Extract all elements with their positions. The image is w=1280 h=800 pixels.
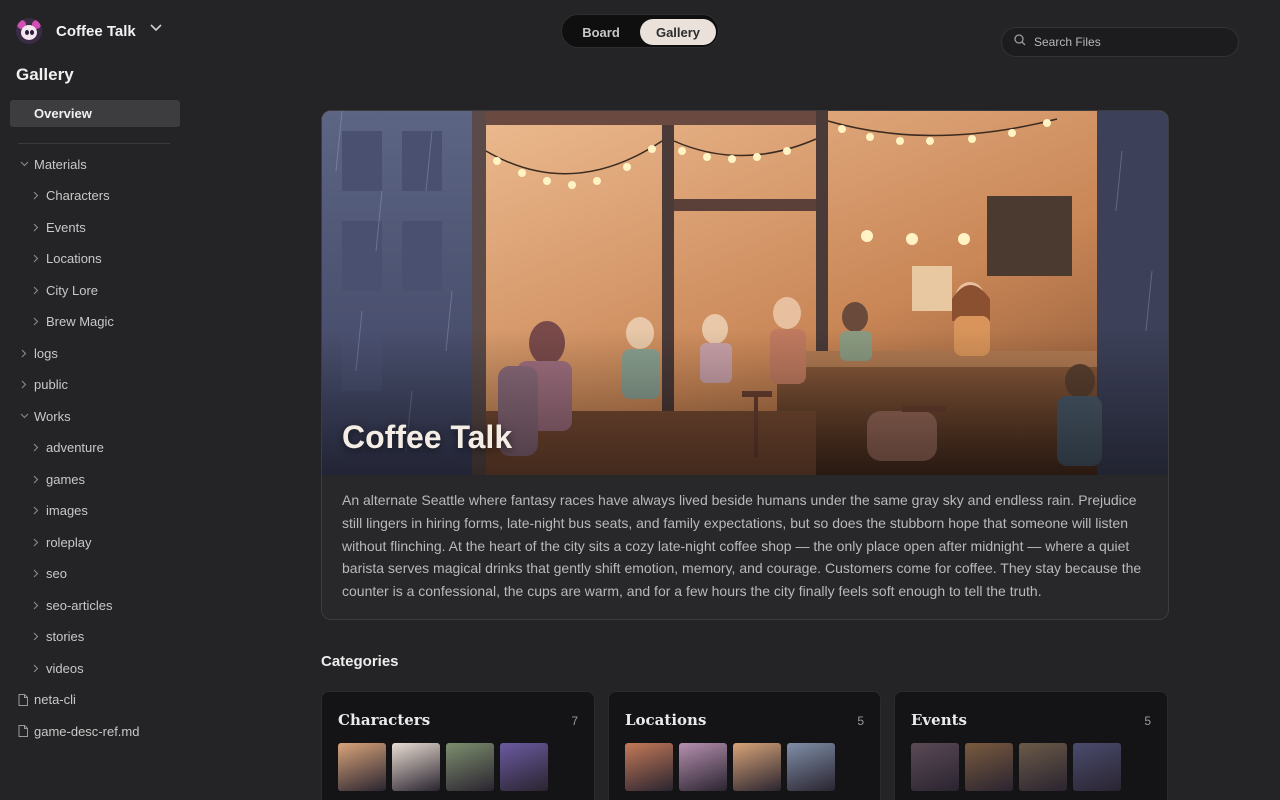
thumbnail-image[interactable] — [392, 743, 440, 791]
thumbnail-image[interactable] — [787, 743, 835, 791]
thumbnail-image[interactable] — [625, 743, 673, 791]
sidebar-folder[interactable]: Materials — [18, 155, 87, 173]
sidebar-folder[interactable]: images — [30, 502, 88, 520]
file-icon — [18, 693, 30, 706]
chevron-right-icon — [30, 473, 42, 485]
chevron-down-icon[interactable] — [150, 24, 162, 34]
search-icon — [1014, 33, 1026, 51]
sidebar: Coffee Talk Gallery Overview Materials Ch… — [0, 0, 190, 800]
sidebar-item-label: Brew Magic — [46, 314, 114, 329]
file-icon — [18, 725, 30, 737]
thumbnail-image[interactable] — [679, 743, 727, 791]
sidebar-item-label: game-desc-ref.md — [34, 723, 140, 739]
category-title: Characters — [338, 711, 431, 729]
thumbnail-image[interactable] — [1019, 743, 1067, 791]
sidebar-item-label: seo — [46, 566, 67, 581]
category-card[interactable]: Characters 7 — [321, 691, 595, 800]
sidebar-folder[interactable]: logs — [18, 344, 58, 362]
category-count: 5 — [1144, 714, 1151, 728]
chevron-down-icon — [18, 158, 30, 170]
sidebar-folder[interactable]: public — [18, 376, 68, 394]
hero-card: Coffee Talk An alternate Seattle where f… — [321, 110, 1169, 620]
category-card[interactable]: Events 5 — [894, 691, 1168, 800]
sidebar-folder[interactable]: roleplay — [30, 533, 92, 551]
sidebar-item-label: images — [46, 503, 88, 518]
sidebar-folder[interactable]: Events — [30, 218, 86, 236]
sidebar-item-label: videos — [46, 660, 84, 676]
thumbnail-image[interactable] — [965, 743, 1013, 791]
category-title: Events — [911, 711, 967, 729]
chevron-right-icon — [30, 505, 42, 517]
hero-description: An alternate Seattle where fantasy races… — [342, 492, 1142, 600]
category-card[interactable]: Locations 5 — [608, 691, 881, 800]
sidebar-folder[interactable]: Locations — [30, 250, 102, 268]
app-logo-icon — [16, 18, 42, 44]
sidebar-folder[interactable]: videos — [30, 659, 84, 677]
hero-title: Coffee Talk — [342, 419, 513, 455]
sidebar-folder[interactable]: stories — [30, 628, 84, 646]
sidebar-item-label: Characters — [46, 188, 110, 203]
chevron-right-icon — [30, 536, 42, 548]
sidebar-item-label: roleplay — [46, 534, 92, 550]
sidebar-divider — [18, 143, 170, 144]
board-tab[interactable]: Board — [566, 19, 636, 45]
workspace-name: Coffee Talk — [56, 22, 136, 40]
sidebar-item-label: adventure — [46, 440, 104, 455]
view-toggle: Board Gallery — [561, 14, 719, 48]
chevron-right-icon — [30, 568, 42, 580]
chevron-right-icon — [30, 284, 42, 296]
categories-heading: Categories — [321, 653, 399, 670]
chevron-right-icon — [30, 599, 42, 611]
thumbnail-image[interactable] — [338, 743, 386, 791]
category-thumbnails — [338, 743, 548, 791]
gallery-tab[interactable]: Gallery — [640, 19, 716, 45]
thumbnail-image[interactable] — [446, 743, 494, 791]
sidebar-item-label: Works — [34, 408, 71, 424]
sidebar-title: Gallery — [16, 65, 74, 84]
chevron-right-icon — [30, 662, 42, 674]
chevron-right-icon — [30, 190, 42, 202]
thumbnail-image[interactable] — [500, 743, 548, 791]
category-title: Locations — [625, 711, 707, 729]
sidebar-item-label: logs — [34, 345, 58, 361]
category-count: 5 — [857, 714, 864, 728]
sidebar-folder[interactable]: Works — [18, 407, 71, 425]
category-thumbnails — [625, 743, 835, 791]
sidebar-item-label: games — [46, 471, 86, 487]
sidebar-item-label: Events — [46, 219, 86, 235]
sidebar-item-label: neta-cli — [34, 692, 76, 707]
thumbnail-image[interactable] — [911, 743, 959, 791]
sidebar-folder[interactable]: Brew Magic — [30, 313, 114, 331]
sidebar-folder[interactable]: City Lore — [30, 281, 98, 299]
sidebar-item-label: public — [34, 377, 68, 392]
sidebar-folder[interactable]: games — [30, 470, 85, 488]
thumbnail-image[interactable] — [1073, 743, 1121, 791]
category-thumbnails — [911, 743, 1121, 791]
chevron-down-icon — [18, 410, 30, 422]
sidebar-item-label: Materials — [34, 156, 87, 172]
chevron-right-icon — [30, 253, 42, 265]
category-count: 7 — [571, 714, 578, 728]
sidebar-item-label: stories — [46, 629, 85, 644]
sidebar-item-label: City Lore — [46, 282, 99, 298]
chevron-right-icon — [30, 442, 42, 454]
workspace-switcher[interactable]: Coffee Talk — [16, 18, 162, 44]
sidebar-file[interactable]: neta-cli — [18, 691, 76, 709]
sidebar-folder[interactable]: Characters — [30, 187, 110, 205]
sidebar-item-label: Locations — [46, 251, 102, 266]
sidebar-folder[interactable]: seo — [30, 565, 67, 583]
sidebar-folder[interactable]: adventure — [30, 439, 104, 457]
sidebar-item-label: seo-articles — [46, 597, 113, 613]
chevron-right-icon — [30, 631, 42, 643]
chevron-right-icon — [18, 379, 30, 391]
sidebar-item-overview[interactable]: Overview — [10, 100, 180, 127]
search-box — [1001, 27, 1239, 57]
chevron-right-icon — [30, 221, 42, 233]
chevron-right-icon — [30, 316, 42, 328]
chevron-right-icon — [18, 347, 30, 359]
sidebar-file[interactable]: game-desc-ref.md — [18, 722, 139, 740]
thumbnail-image[interactable] — [733, 743, 781, 791]
search-input[interactable] — [1034, 35, 1224, 49]
sidebar-folder[interactable]: seo-articles — [30, 596, 112, 614]
